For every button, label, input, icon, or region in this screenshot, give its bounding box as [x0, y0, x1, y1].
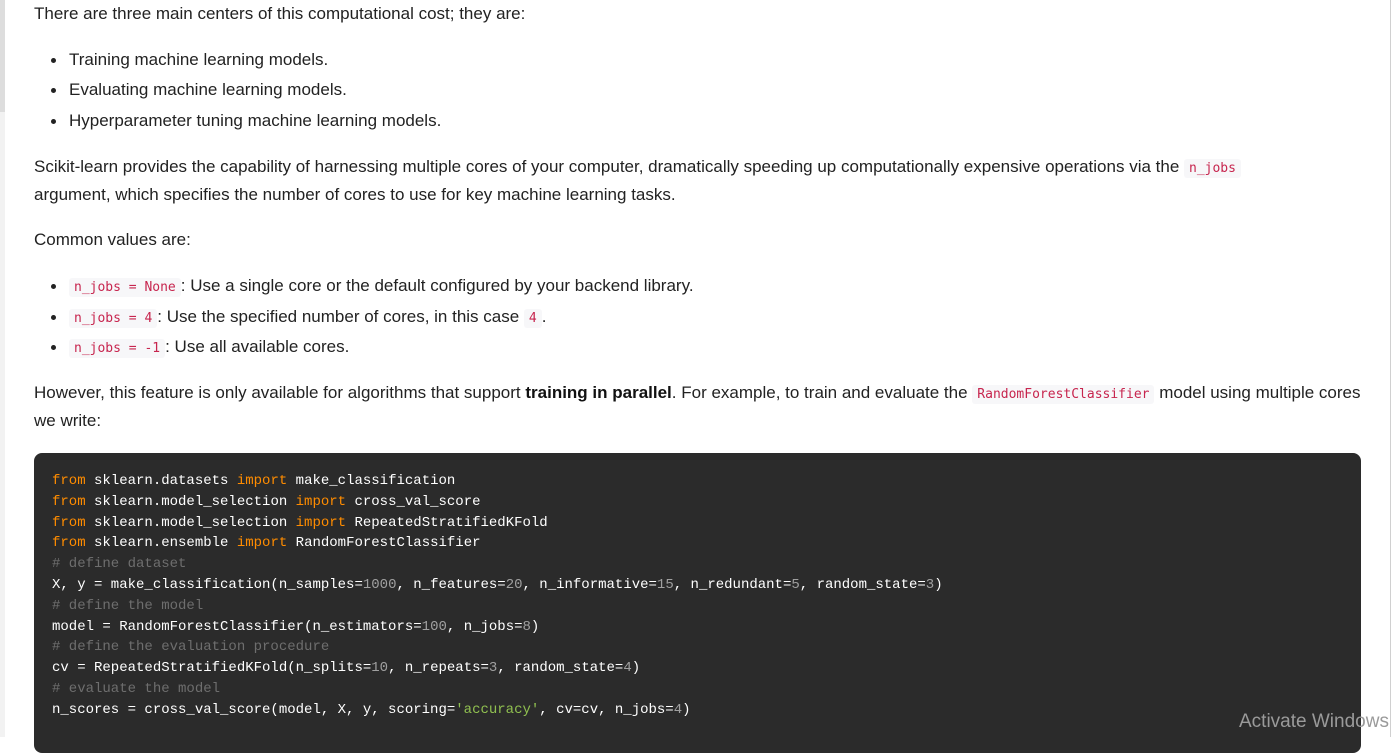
- paragraph-text: . For example, to train and evaluate the: [671, 383, 973, 402]
- list-item: n_jobs = None: Use a single core or the …: [34, 273, 694, 299]
- inline-code-n-jobs: n_jobs: [1184, 159, 1241, 178]
- code-content[interactable]: from sklearn.datasets import make_classi…: [34, 453, 1361, 721]
- code-block[interactable]: from sklearn.datasets import make_classi…: [34, 453, 1361, 753]
- left-scrollbar[interactable]: [0, 0, 5, 737]
- inline-code: n_jobs = -1: [69, 339, 166, 358]
- paragraph-text: Scikit-learn provides the capability of …: [34, 157, 1184, 176]
- common-values-label: Common values are:: [34, 230, 191, 249]
- list-item: Training machine learning models.: [34, 47, 441, 73]
- list-item-text: : Use all available cores.: [165, 337, 350, 356]
- list-item-text: : Use a single core or the default confi…: [180, 276, 694, 295]
- scikit-paragraph: Scikit-learn provides the capability of …: [34, 154, 1241, 208]
- inline-code: n_jobs = 4: [69, 309, 158, 328]
- paragraph-text: argument, which specifies the number of …: [34, 185, 676, 204]
- list-item: n_jobs = 4: Use the specified number of …: [34, 304, 694, 330]
- cost-centers-list: Training machine learning models. Evalua…: [34, 47, 441, 134]
- list-item: n_jobs = -1: Use all available cores.: [34, 334, 694, 360]
- list-item-text: : Use the specified number of cores, in …: [157, 307, 524, 326]
- list-item: Evaluating machine learning models.: [34, 77, 441, 103]
- right-border: [1390, 0, 1391, 737]
- paragraph-text: However, this feature is only available …: [34, 383, 526, 402]
- windows-activation-watermark: Activate Windows: [1239, 711, 1389, 732]
- scrollbar-thumb[interactable]: [0, 0, 5, 112]
- inline-code-rfc: RandomForestClassifier: [972, 385, 1155, 404]
- list-item: Hyperparameter tuning machine learning m…: [34, 108, 441, 134]
- inline-code: n_jobs = None: [69, 278, 181, 297]
- intro-paragraph: There are three main centers of this com…: [34, 4, 526, 23]
- parallel-paragraph: However, this feature is only available …: [34, 380, 1364, 434]
- list-item-text: .: [541, 307, 547, 326]
- inline-code: 4: [523, 309, 542, 328]
- bold-text: training in parallel: [525, 383, 672, 402]
- n-jobs-values-list: n_jobs = None: Use a single core or the …: [34, 273, 694, 360]
